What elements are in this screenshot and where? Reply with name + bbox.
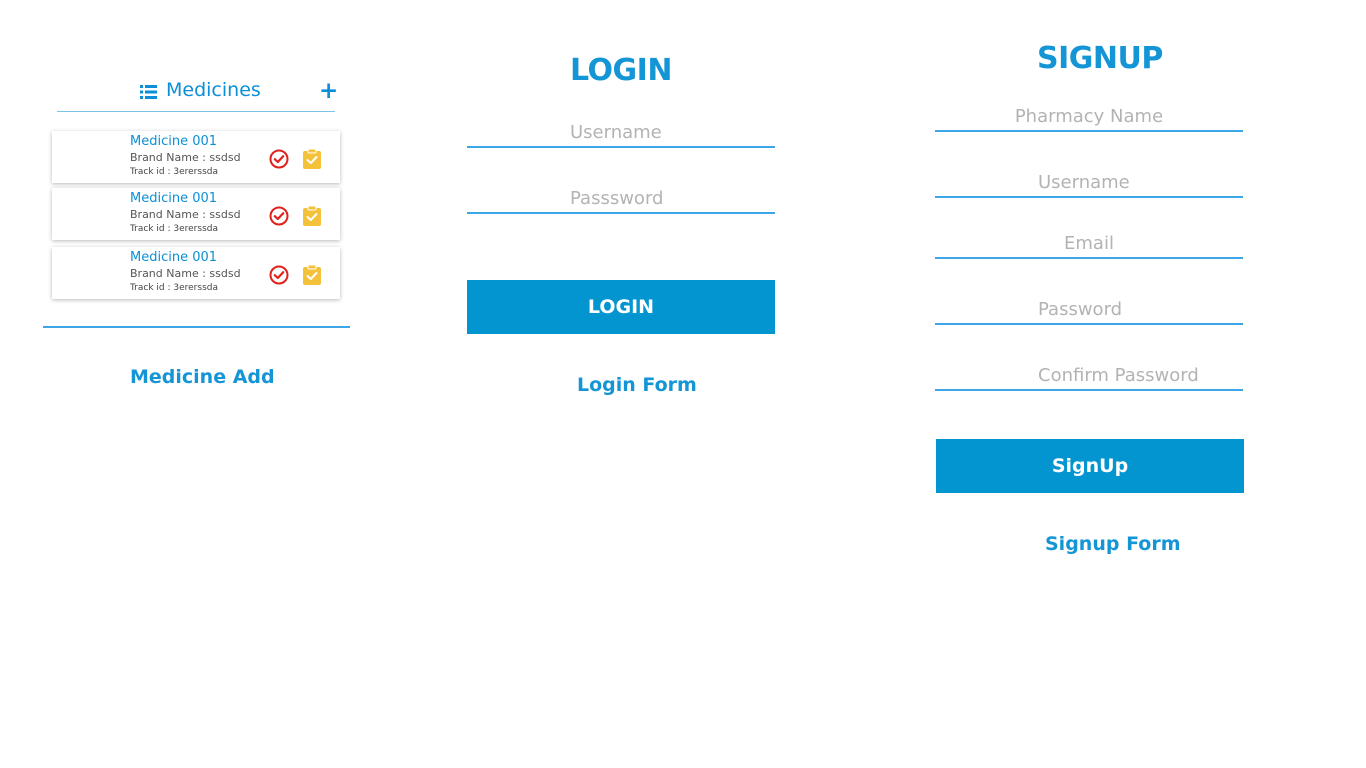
- medicine-name: Medicine 001: [130, 250, 218, 265]
- medicine-track-id: Track id : 3ererssda: [130, 224, 218, 234]
- medicine-card[interactable]: Medicine 001 Brand Name : ssdsd Track id…: [52, 247, 340, 299]
- signup-confirm-password-field: [935, 361, 1243, 391]
- login-title: LOGIN: [570, 53, 672, 88]
- pharmacy-name-input[interactable]: [935, 102, 1243, 130]
- signup-email-field: [935, 229, 1243, 259]
- signup-title: SIGNUP: [1037, 41, 1163, 76]
- login-username-input[interactable]: [467, 118, 775, 146]
- signup-button[interactable]: SignUp: [936, 439, 1244, 493]
- signup-username-field: [935, 168, 1243, 198]
- clipboard-check-icon[interactable]: [303, 264, 321, 285]
- email-input[interactable]: [935, 229, 1243, 257]
- clipboard-check-icon[interactable]: [303, 205, 321, 226]
- medicine-name: Medicine 001: [130, 134, 218, 149]
- medicine-card[interactable]: Medicine 001 Brand Name : ssdsd Track id…: [52, 131, 340, 183]
- login-password-field: [467, 184, 775, 214]
- signup-form-caption: Signup Form: [1045, 533, 1181, 555]
- signup-username-input[interactable]: [935, 168, 1243, 196]
- plus-icon[interactable]: +: [319, 79, 338, 103]
- check-circle-icon[interactable]: [269, 149, 289, 169]
- section-divider: [43, 326, 350, 328]
- clipboard-check-icon[interactable]: [303, 148, 321, 169]
- medicine-track-id: Track id : 3ererssda: [130, 283, 218, 293]
- signup-password-input[interactable]: [935, 295, 1243, 323]
- login-password-input[interactable]: [467, 184, 775, 212]
- medicine-name: Medicine 001: [130, 191, 218, 206]
- medicines-title: Medicines: [166, 79, 261, 101]
- login-form-caption: Login Form: [577, 374, 697, 396]
- check-circle-icon[interactable]: [269, 265, 289, 285]
- check-circle-icon[interactable]: [269, 206, 289, 226]
- medicine-brand: Brand Name : ssdsd: [130, 151, 241, 164]
- medicine-card[interactable]: Medicine 001 Brand Name : ssdsd Track id…: [52, 188, 340, 240]
- signup-pharmacy-field: [935, 102, 1243, 132]
- confirm-password-input[interactable]: [935, 361, 1243, 389]
- medicine-brand: Brand Name : ssdsd: [130, 267, 241, 280]
- medicine-track-id: Track id : 3ererssda: [130, 167, 218, 177]
- medicine-brand: Brand Name : ssdsd: [130, 208, 241, 221]
- login-button[interactable]: LOGIN: [467, 280, 775, 334]
- medicine-add-caption: Medicine Add: [130, 366, 275, 388]
- medicines-header: Medicines +: [57, 78, 338, 112]
- list-icon: [140, 84, 157, 99]
- login-username-field: [467, 118, 775, 148]
- signup-password-field: [935, 295, 1243, 325]
